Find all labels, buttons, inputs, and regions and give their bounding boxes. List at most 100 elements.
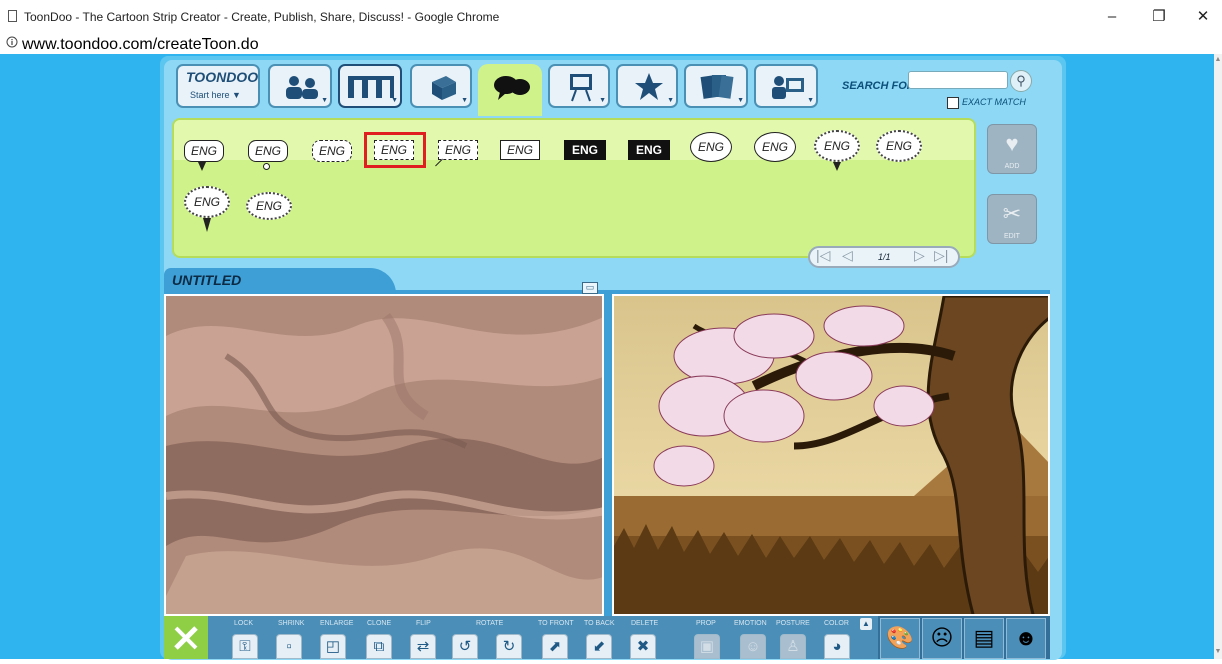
bubble-item[interactable]: ENG xyxy=(500,140,540,160)
next-page-icon[interactable]: ▷ xyxy=(914,247,925,264)
bubble-item[interactable]: ENG xyxy=(435,140,478,167)
posture-button[interactable]: ♙ xyxy=(780,634,806,659)
search-icon[interactable]: ⚲ xyxy=(1010,70,1032,92)
bubble-item[interactable]: ENG xyxy=(184,140,224,171)
rotate-label: ROTATE xyxy=(476,620,504,627)
bubble-label: ENG xyxy=(184,140,224,162)
flip-label: FLIP xyxy=(416,620,431,627)
flip-button[interactable]: ⇄ xyxy=(410,634,436,659)
scroll-up-arrow-icon[interactable]: ▲ xyxy=(1214,56,1222,64)
close-button[interactable]: ✕ xyxy=(1188,6,1218,28)
bubble-item[interactable]: ENG xyxy=(690,132,732,162)
figure-icon: ♙ xyxy=(786,638,800,655)
bubble-item[interactable]: ENG xyxy=(246,192,292,220)
enlarge-icon: ◰ xyxy=(325,638,341,655)
to-back-button[interactable]: ⬋ xyxy=(586,634,612,659)
panel-minimize-button[interactable]: ▭ xyxy=(582,282,598,294)
clone-button[interactable]: ⧉ xyxy=(366,634,392,659)
to-front-icon: ⬈ xyxy=(548,638,562,655)
bubble-label: ENG xyxy=(814,130,860,162)
comic-panel-2[interactable] xyxy=(612,294,1050,616)
wrench-icon xyxy=(174,626,198,650)
clone-label: CLONE xyxy=(367,620,392,627)
lock-button[interactable]: ⚿ xyxy=(232,634,258,659)
minimize-button[interactable]: – xyxy=(1097,6,1127,28)
tab-special[interactable]: ▼ xyxy=(616,64,678,108)
tab-speech-bubbles[interactable] xyxy=(478,64,542,116)
shrink-button[interactable]: ▫ xyxy=(276,634,302,659)
scroll-down-arrow-icon[interactable]: ▼ xyxy=(1214,648,1222,656)
search-input[interactable] xyxy=(908,71,1008,89)
paint-palette-button[interactable]: 🎨 xyxy=(880,618,920,659)
bubble-label: ENG xyxy=(246,192,292,220)
shrink-label: SHRINK xyxy=(278,620,305,627)
bubble-item[interactable]: ENG xyxy=(564,140,606,160)
tab-images[interactable]: ▼ xyxy=(684,64,748,108)
enlarge-button[interactable]: ◰ xyxy=(320,634,346,659)
bubble-item[interactable]: ENG xyxy=(814,130,860,171)
scissors-icon: ✂ xyxy=(1002,201,1022,226)
prev-page-icon[interactable]: ◁ xyxy=(842,247,853,264)
info-icon[interactable] xyxy=(6,36,18,48)
lock-label: LOCK xyxy=(234,620,254,627)
toondoo-logo: TOONDOO xyxy=(186,69,259,85)
bubble-item[interactable]: ENG xyxy=(248,140,288,170)
rotate-left-button[interactable]: ↺ xyxy=(452,634,478,659)
exact-match-checkbox[interactable] xyxy=(947,97,959,109)
bubble-item[interactable]: ENG xyxy=(184,186,230,232)
tools-button[interactable] xyxy=(164,616,208,659)
emotion-label: EMOTION xyxy=(734,620,767,627)
camera-button[interactable]: ▤ xyxy=(964,618,1004,659)
tab-my-stuff[interactable]: ▼ xyxy=(754,64,818,108)
add-button[interactable]: ♥ ADD xyxy=(987,124,1037,174)
restore-button[interactable]: ❐ xyxy=(1144,6,1174,28)
delete-label: DELETE xyxy=(631,620,659,627)
start-here-label: Start here ▼ xyxy=(190,90,241,100)
url-text[interactable]: www.toondoo.com/createToon.do xyxy=(22,36,259,54)
tab-props[interactable]: ▼ xyxy=(410,64,472,108)
start-here-tab[interactable]: TOONDOO Start here ▼ xyxy=(176,64,260,108)
palette-icon: ◕ xyxy=(832,638,842,655)
selected-highlight xyxy=(364,132,426,168)
comic-panel-1[interactable] xyxy=(164,294,604,616)
to-front-button[interactable]: ⬈ xyxy=(542,634,568,659)
color-label: COLOR xyxy=(824,620,849,627)
tab-characters[interactable]: ▼ xyxy=(268,64,332,108)
toolbar-expand-icon[interactable]: ▲ xyxy=(860,618,872,630)
face-icon: ☺ xyxy=(745,638,761,655)
backgrounds-icon xyxy=(348,76,394,98)
rotate-right-icon: ↻ xyxy=(502,638,516,655)
paint-palette-icon: 🎨 xyxy=(886,625,914,650)
bubble-item[interactable]: ENG xyxy=(628,140,670,160)
last-page-icon[interactable]: ▷| xyxy=(934,247,948,264)
bald-face-icon: ☹ xyxy=(930,625,954,650)
bubble-label: ENG xyxy=(876,130,922,162)
characters-icon xyxy=(286,76,318,99)
lock-icon: ⚿ xyxy=(239,638,251,655)
edit-label: EDIT xyxy=(1004,233,1020,240)
bubble-item[interactable]: ENG xyxy=(312,140,352,162)
strip-title[interactable]: UNTITLED xyxy=(172,272,241,288)
url-domain: www.toondoo.com xyxy=(22,36,153,53)
delete-icon: ✖ xyxy=(636,638,650,655)
edit-button[interactable]: ✂ EDIT xyxy=(987,194,1037,244)
exact-match-label: EXACT MATCH xyxy=(962,97,1026,107)
photo-icon: ▤ xyxy=(973,625,995,650)
emotion-button[interactable]: ☺ xyxy=(740,634,766,659)
face-button[interactable]: ☹ xyxy=(922,618,962,659)
page-scrollbar[interactable] xyxy=(1214,54,1222,659)
prop-button[interactable]: ▣ xyxy=(694,634,720,659)
bubble-label: ENG xyxy=(312,140,352,162)
tab-backgrounds[interactable]: ▼ xyxy=(338,64,402,108)
delete-button[interactable]: ✖ xyxy=(630,634,656,659)
prop-label: PROP xyxy=(696,620,716,627)
star-icon xyxy=(635,73,663,100)
rotate-right-button[interactable]: ↻ xyxy=(496,634,522,659)
color-button[interactable]: ◕ xyxy=(824,634,850,659)
bubble-item[interactable]: ENG xyxy=(876,130,922,162)
first-page-icon[interactable]: |◁ xyxy=(816,247,830,264)
character-button[interactable]: ☻ xyxy=(1006,618,1046,659)
bubble-label: ENG xyxy=(500,140,540,160)
tab-paint[interactable]: ▼ xyxy=(548,64,610,108)
bubble-item[interactable]: ENG xyxy=(754,132,796,162)
